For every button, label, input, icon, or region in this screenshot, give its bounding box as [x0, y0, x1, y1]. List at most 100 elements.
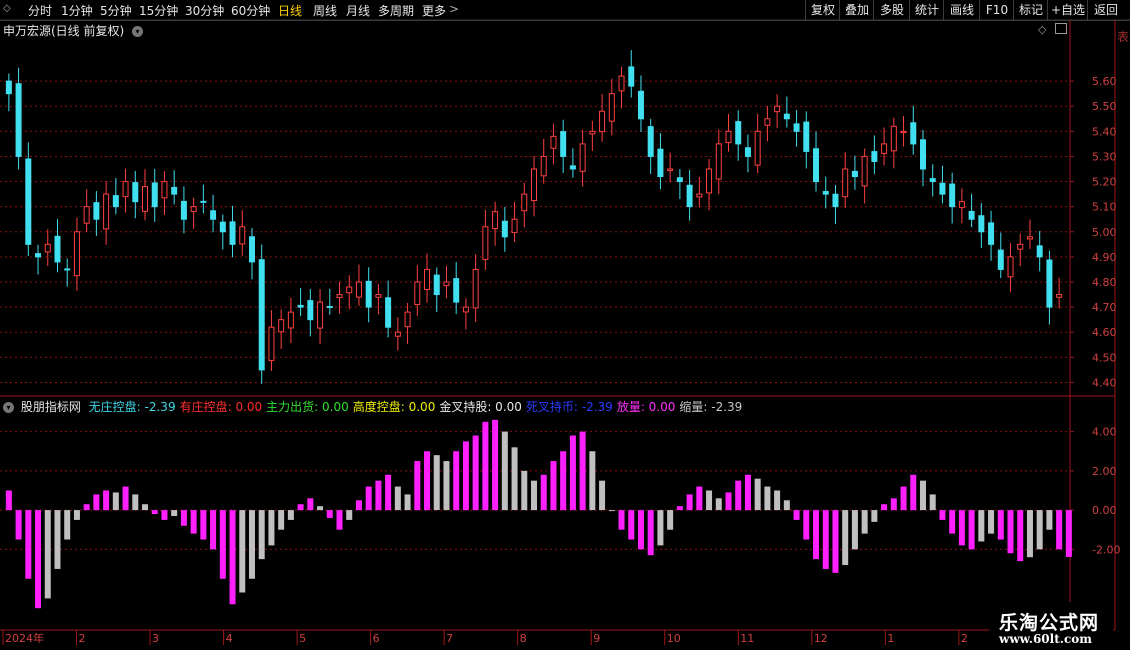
date-tick-label: 6	[373, 632, 380, 645]
date-tick-label: 10	[667, 632, 681, 645]
indicator-bar	[355, 500, 362, 511]
candle-body	[589, 130, 596, 135]
date-tick-label: 11	[740, 632, 754, 645]
candle-body	[997, 249, 1004, 270]
indicator-bar	[112, 492, 119, 511]
indicator-bar	[151, 510, 158, 515]
candle-body	[647, 126, 654, 157]
candle-body	[1007, 256, 1014, 278]
date-tick-label: 4	[226, 632, 233, 645]
price-tick-label: 4.90	[1092, 251, 1117, 264]
candle-body	[404, 311, 411, 328]
candle-body	[540, 155, 547, 177]
indicator-bar	[161, 510, 168, 520]
indicator-bar	[1046, 510, 1053, 530]
candle-body	[618, 75, 625, 92]
date-tick-label: 12	[814, 632, 828, 645]
side-panel-strip: 表	[1117, 30, 1130, 44]
candle-body	[287, 311, 294, 329]
indicator-field-1: 有庄控盘: 0.00	[179, 400, 263, 414]
candle-body	[210, 210, 217, 220]
candle-body	[472, 268, 479, 309]
candle-body	[25, 158, 32, 245]
candle-body	[433, 274, 440, 296]
candle-body	[385, 297, 392, 328]
indicator-bar	[628, 510, 635, 540]
candle-body	[560, 131, 567, 157]
indicator-bar	[910, 474, 917, 511]
indicator-menu-icon[interactable]: ▾	[3, 402, 14, 413]
indicator-bar	[239, 510, 246, 593]
candle-body	[1017, 243, 1024, 250]
candle-body	[978, 215, 985, 233]
candle-body	[394, 331, 401, 337]
indicator-bar	[637, 510, 644, 550]
candle-body	[355, 281, 362, 298]
candle-body	[462, 306, 469, 313]
candle-body	[171, 186, 178, 195]
candle-body	[822, 190, 829, 195]
indicator-bar	[443, 461, 450, 511]
candle-body	[958, 201, 965, 209]
diamond-icon[interactable]: ◇	[1038, 23, 1046, 36]
candle-body	[5, 80, 12, 95]
candle-body	[1056, 294, 1063, 298]
indicator-bar	[890, 498, 897, 511]
indicator-bar	[599, 480, 606, 511]
indicator-bar	[385, 474, 392, 511]
candle-body	[579, 143, 586, 172]
price-tick-label: 4.70	[1092, 301, 1117, 314]
date-tick-label: 3	[152, 632, 159, 645]
candle-body	[103, 193, 110, 230]
candle-body	[248, 236, 255, 263]
candle-body	[365, 280, 372, 308]
chart-title-row: 申万宏源(日线 前复权) ▾	[3, 22, 144, 39]
price-tick-label: 5.10	[1092, 201, 1117, 214]
indicator-bar	[287, 510, 294, 520]
indicator-bar	[589, 451, 596, 511]
indicator-bar	[404, 494, 411, 511]
window-toggle-icon[interactable]	[1055, 23, 1067, 34]
indicator-bar	[200, 510, 207, 540]
candle-body	[919, 139, 926, 170]
candle-body	[83, 206, 90, 224]
indicator-bar	[735, 480, 742, 511]
indicator-bar	[919, 480, 926, 511]
candle-body	[278, 319, 285, 333]
candle-body	[258, 259, 265, 371]
candle-body	[715, 143, 722, 180]
date-tick-label: 2024年	[5, 631, 44, 645]
candle-body	[219, 221, 226, 233]
candle-body	[15, 83, 22, 157]
indicator-bar	[307, 498, 314, 511]
indicator-bar	[550, 461, 557, 511]
indicator-bar	[531, 480, 537, 511]
indicator-bar	[180, 510, 187, 526]
indicator-legend: ▾ 股朋指标网 无庄控盘: -2.39 有庄控盘: 0.00 主力出货: 0.00 高…	[3, 398, 750, 415]
indicator-bar	[676, 506, 683, 511]
indicator-bar	[988, 510, 995, 534]
candle-body	[200, 200, 207, 203]
kline-chart[interactable]: 5.60 5.50 5.40 5.30 5.20 5.10 5.00 4.90 4.80 4.70…	[0, 0, 1130, 650]
candle-body	[929, 178, 936, 183]
indicator-field-3: 高度控盘: 0.00	[352, 400, 436, 414]
candle-body	[424, 268, 431, 291]
candle-body	[54, 235, 61, 263]
candle-body	[307, 300, 314, 321]
indicator-field-0: 无庄控盘: -2.39	[88, 400, 176, 414]
indicator-bar	[326, 510, 333, 518]
indicator-bar	[560, 451, 567, 511]
indicator-bar	[35, 510, 42, 609]
candle-body	[482, 226, 489, 260]
dropdown-icon[interactable]: ▾	[132, 26, 144, 37]
price-tick-label: 4.60	[1092, 326, 1117, 339]
price-tick-label: 5.40	[1092, 125, 1117, 138]
candle-body	[326, 305, 333, 308]
indicator-bar	[424, 451, 431, 511]
candle-body	[35, 253, 42, 258]
candle-body	[968, 210, 975, 220]
indicator-bar	[881, 504, 888, 511]
indicator-bar	[1056, 510, 1063, 550]
candle-body	[637, 90, 644, 120]
indicator-bar	[365, 486, 372, 511]
